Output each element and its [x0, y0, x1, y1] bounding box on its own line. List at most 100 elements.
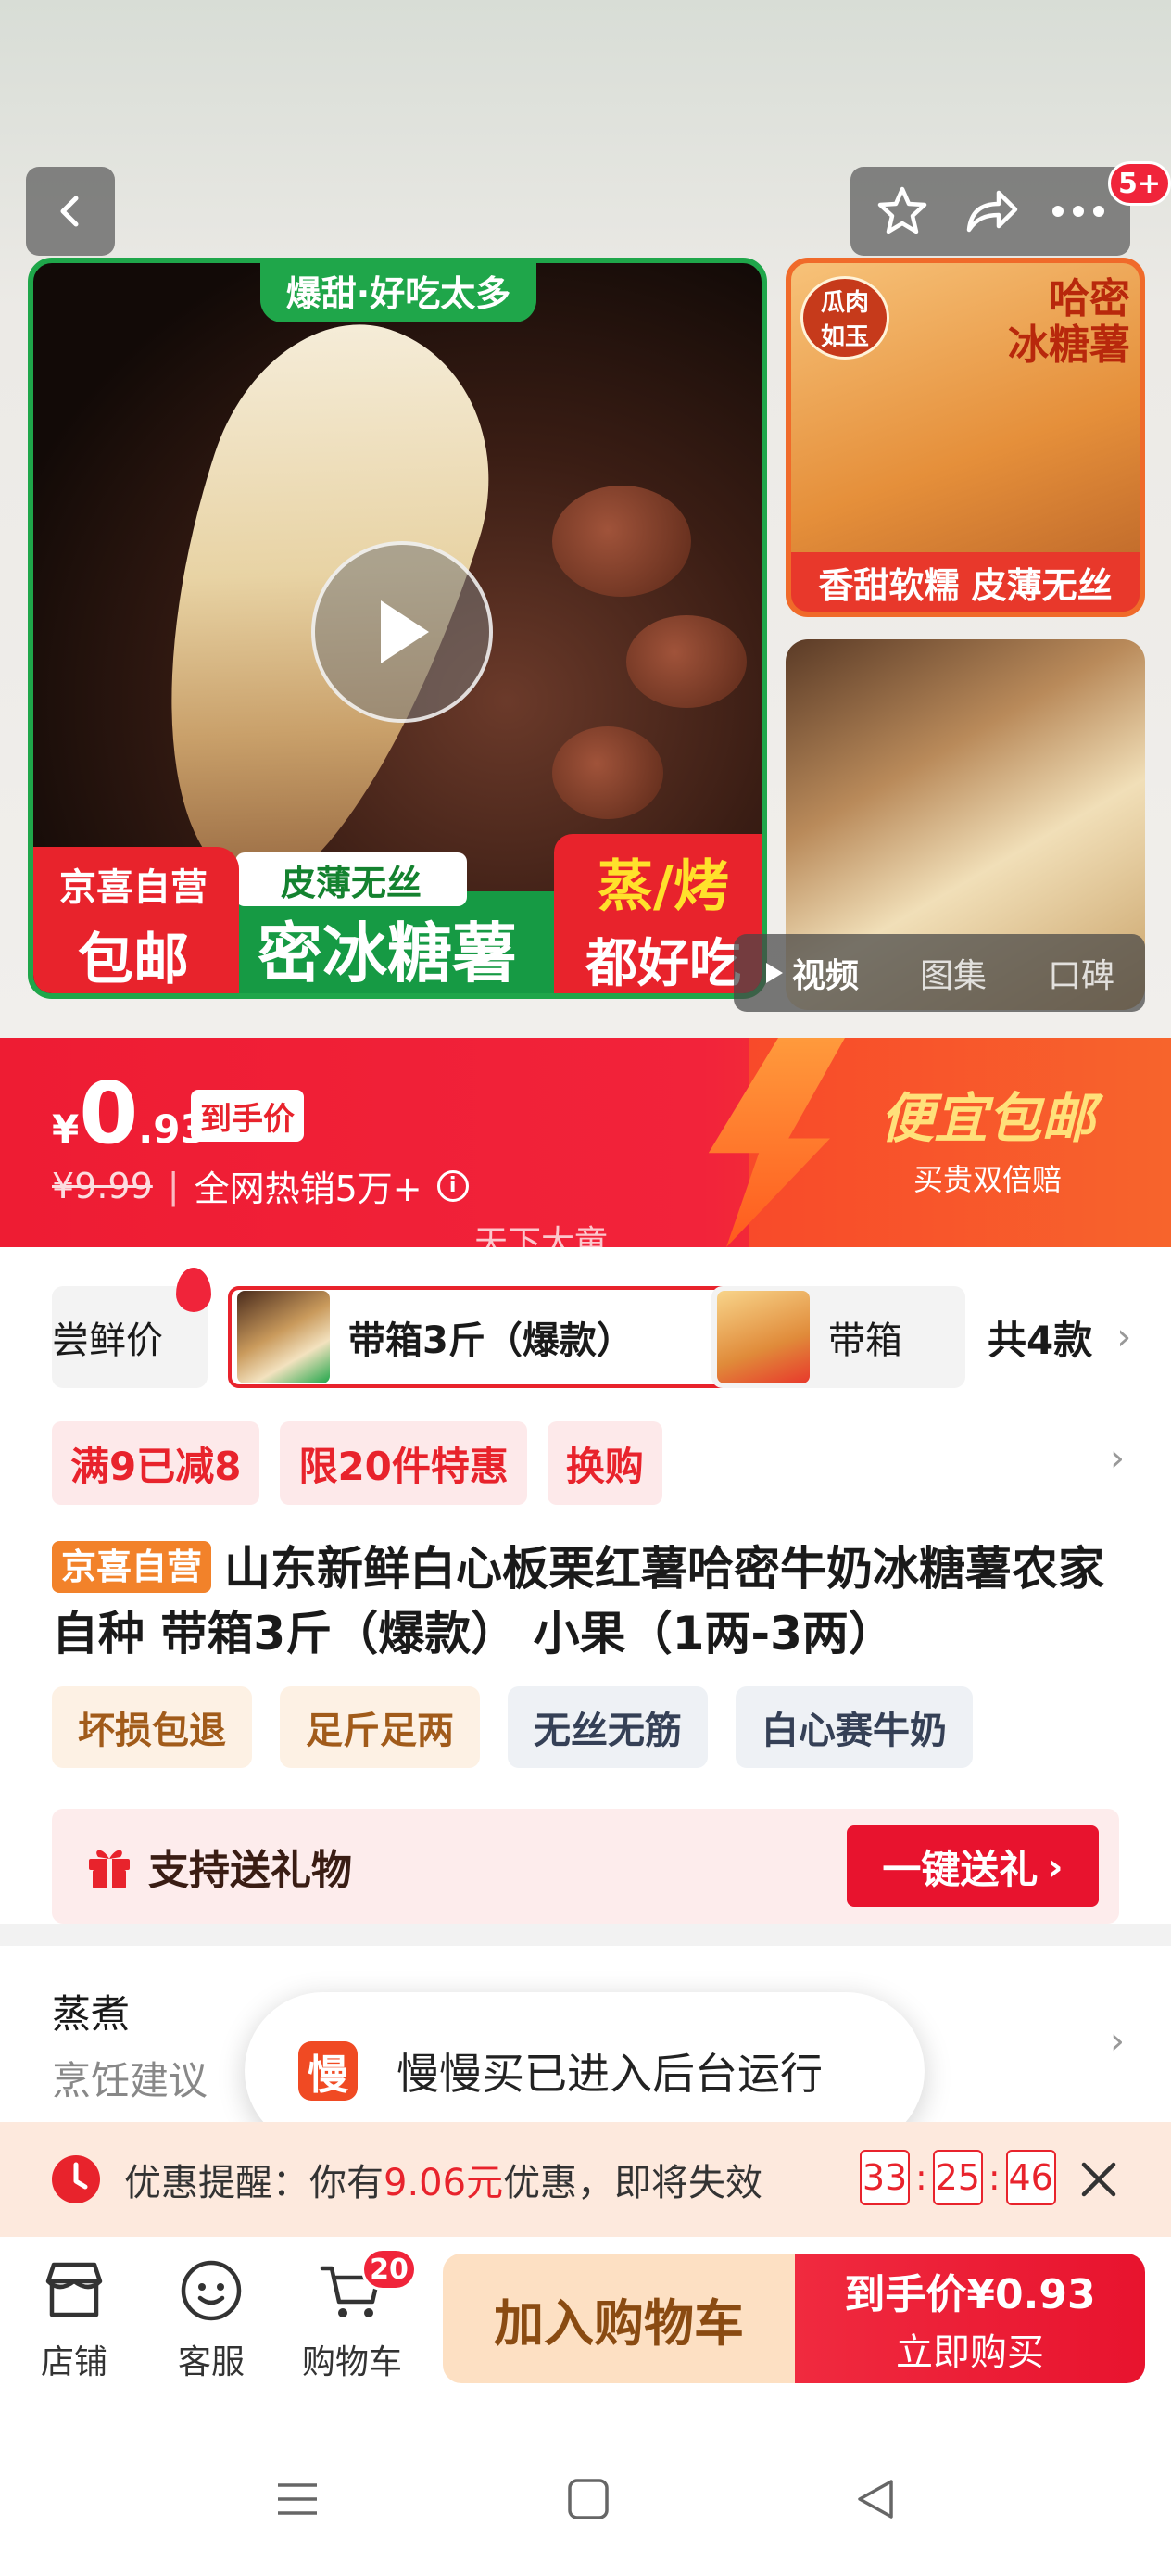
header-actions [850, 167, 1130, 256]
gift-icon [89, 1850, 130, 1888]
tab-reviews[interactable]: 口碑 [1048, 949, 1114, 997]
final-price: ¥ 0 .93 [52, 1064, 208, 1163]
sales-count: 全网热销5万+ [194, 1168, 422, 1209]
star-icon [877, 186, 927, 234]
buy-now-button[interactable]: 到手价¥0.93 立即购买 [795, 2254, 1145, 2383]
price-subline: ¥9.99 | 全网热销5万+ i [52, 1160, 469, 1211]
product-hero: 5+ 爆甜·好吃太多 密冰糖薯 皮薄无丝 蒸/烤 都好吃 京喜自营 包邮 瓜肉 … [0, 0, 1171, 1038]
final-price-tag: 到手价 [191, 1090, 304, 1142]
back-icon [60, 196, 79, 227]
thumbnail-title-line2: 冰糖薯 [1008, 322, 1130, 369]
reminder-text: 优惠提醒：你有9.06元优惠，即将失效 [124, 2153, 762, 2206]
gift-section: 支持送礼物 一键送礼 › [52, 1809, 1119, 1924]
product-title: 京喜自营 山东新鲜白心板栗红薯哈密牛奶冰糖薯农家自种 带箱3斤（爆款） 小果（1两… [52, 1536, 1127, 1666]
feature-tag: 足斤足两 [280, 1686, 480, 1768]
coupon-list: 满9已减8 限20件特惠 换购 [52, 1421, 662, 1505]
self-operated-badge: 京喜自营 包邮 [33, 847, 239, 993]
cart-label: 购物车 [301, 2343, 402, 2381]
more-button[interactable] [1039, 172, 1117, 250]
play-small-icon [765, 963, 783, 983]
reminder-suffix: 优惠，即将失效 [503, 2162, 763, 2204]
sweetness-tag: 爆甜·好吃太多 [260, 263, 536, 322]
round-badge-line2: 如玉 [820, 323, 869, 351]
thumbnail-1[interactable]: 瓜肉 如玉 哈密 冰糖薯 香甜软糯 皮薄无丝 [786, 258, 1145, 617]
gift-label: 支持送礼物 [148, 1847, 352, 1894]
price-banner: ¥ 0 .93 到手价 ¥9.99 | 全网热销5万+ i 便宜包邮 买贵双倍赔… [0, 1038, 1171, 1247]
chevron-right-icon[interactable]: › [1110, 1437, 1125, 1480]
store-label: 店铺 [40, 2343, 107, 2381]
add-to-cart-button[interactable]: 加入购物车 [443, 2254, 795, 2383]
product-name-banner: 密冰糖薯 [239, 891, 554, 993]
store-icon [45, 2262, 103, 2317]
send-gift-button[interactable]: 一键送礼 › [847, 1825, 1099, 1907]
buy-now-price: 到手价¥0.93 [844, 2271, 1096, 2318]
cart-count-badge: 20 [361, 2248, 417, 2291]
sku-selector: 尝鲜价 带箱3斤（爆款） 带箱 共4款 › [52, 1268, 1164, 1388]
round-badge-line1: 瓜肉 [820, 289, 869, 317]
play-icon [381, 600, 429, 663]
back-nav-icon[interactable] [852, 2476, 899, 2522]
more-icon [1052, 206, 1104, 217]
chestnut-decor [626, 615, 747, 708]
sku-total-label: 共4款 [988, 1317, 1093, 1363]
thumbnail-title-line1: 哈密 [1049, 275, 1130, 322]
promo-title: 便宜包邮 [880, 1087, 1096, 1150]
thumbnail-caption: 香甜软糯 皮薄无丝 [791, 552, 1140, 612]
sku-thumbnail [237, 1291, 330, 1383]
bottom-action-bar: 店铺 客服 购物车 20 加入购物车 到手价¥0.93 立即购买 [0, 2237, 1171, 2406]
promo-block[interactable]: 便宜包邮 买贵双倍赔 [880, 1075, 1095, 1199]
clock-icon [52, 2155, 100, 2203]
coupon-tag[interactable]: 换购 [547, 1421, 662, 1505]
feature-tag: 无丝无筋 [508, 1686, 708, 1768]
send-gift-label: 一键送礼 [882, 1846, 1039, 1892]
info-icon[interactable]: i [436, 1169, 469, 1202]
close-icon[interactable] [1069, 2150, 1128, 2209]
separator: | [167, 1165, 180, 1206]
share-icon [966, 190, 1018, 233]
promo-subtitle: 买贵双倍赔 [913, 1162, 1063, 1197]
toast-message: 慢慢买已进入后台运行 [397, 2049, 823, 2099]
feature-tag: 白心赛牛奶 [736, 1686, 973, 1768]
store-button[interactable]: 店铺 [9, 2255, 139, 2383]
hot-icon [176, 1268, 211, 1312]
coupon-tag[interactable]: 限20件特惠 [280, 1421, 527, 1505]
coupon-tag[interactable]: 满9已减8 [52, 1421, 260, 1505]
chestnut-decor [552, 726, 663, 819]
free-shipping-label: 包邮 [78, 927, 189, 992]
watermark-text: 天下大童 [474, 1224, 609, 1247]
menu-icon[interactable] [274, 2476, 321, 2522]
chestnut-decor [552, 486, 691, 597]
tab-video-label: 视频 [791, 957, 859, 995]
app-icon: 慢 [298, 2041, 358, 2101]
reminder-amount: 9.06元 [384, 2162, 504, 2204]
favorite-button[interactable] [863, 172, 941, 250]
feature-tag: 坏损包退 [52, 1686, 252, 1768]
cart-button[interactable]: 购物车 20 [287, 2248, 417, 2383]
currency-symbol: ¥ [52, 1106, 80, 1152]
price-integer: 0 [79, 1064, 139, 1163]
sku-total[interactable]: 共4款 › [988, 1286, 1131, 1388]
sku-option-selected-label: 带箱3斤（爆款） [348, 1320, 634, 1362]
timer-minutes: 25 [932, 2150, 983, 2205]
main-product-video[interactable]: 爆甜·好吃太多 密冰糖薯 皮薄无丝 蒸/烤 都好吃 京喜自营 包邮 [28, 258, 767, 999]
feature-tags: 坏损包退 足斤足两 无丝无筋 白心赛牛奶 [52, 1686, 973, 1768]
system-navigation-bar [0, 2406, 1171, 2576]
notification-badge: 5+ [1108, 161, 1171, 206]
thin-skin-tag: 皮薄无丝 [235, 852, 467, 906]
self-operated-label: 京喜自营 [59, 865, 208, 909]
product-detail-card: 尝鲜价 带箱3斤（爆款） 带箱 共4款 › 满9已减8 限20件特惠 换购 › … [0, 1247, 1171, 1924]
self-operated-tag: 京喜自营 [52, 1541, 212, 1593]
back-button[interactable] [26, 167, 115, 256]
sku-option-selected[interactable]: 带箱3斤（爆款） [228, 1286, 743, 1388]
share-button[interactable] [951, 172, 1029, 250]
sku-option-box-label: 带箱 [828, 1320, 902, 1362]
sku-option-box[interactable]: 带箱 [711, 1286, 965, 1388]
discount-reminder[interactable]: 优惠提醒：你有9.06元优惠，即将失效 33 : 25 : 46 [0, 2122, 1171, 2237]
timer-colon: : [915, 2157, 927, 2198]
tab-video[interactable]: 视频 [764, 949, 859, 997]
tab-gallery[interactable]: 图集 [920, 949, 987, 997]
media-tabs: 视频 图集 口碑 [734, 934, 1145, 1012]
customer-service-button[interactable]: 客服 [146, 2255, 276, 2383]
play-button[interactable] [311, 541, 493, 723]
home-icon[interactable] [565, 2476, 611, 2522]
